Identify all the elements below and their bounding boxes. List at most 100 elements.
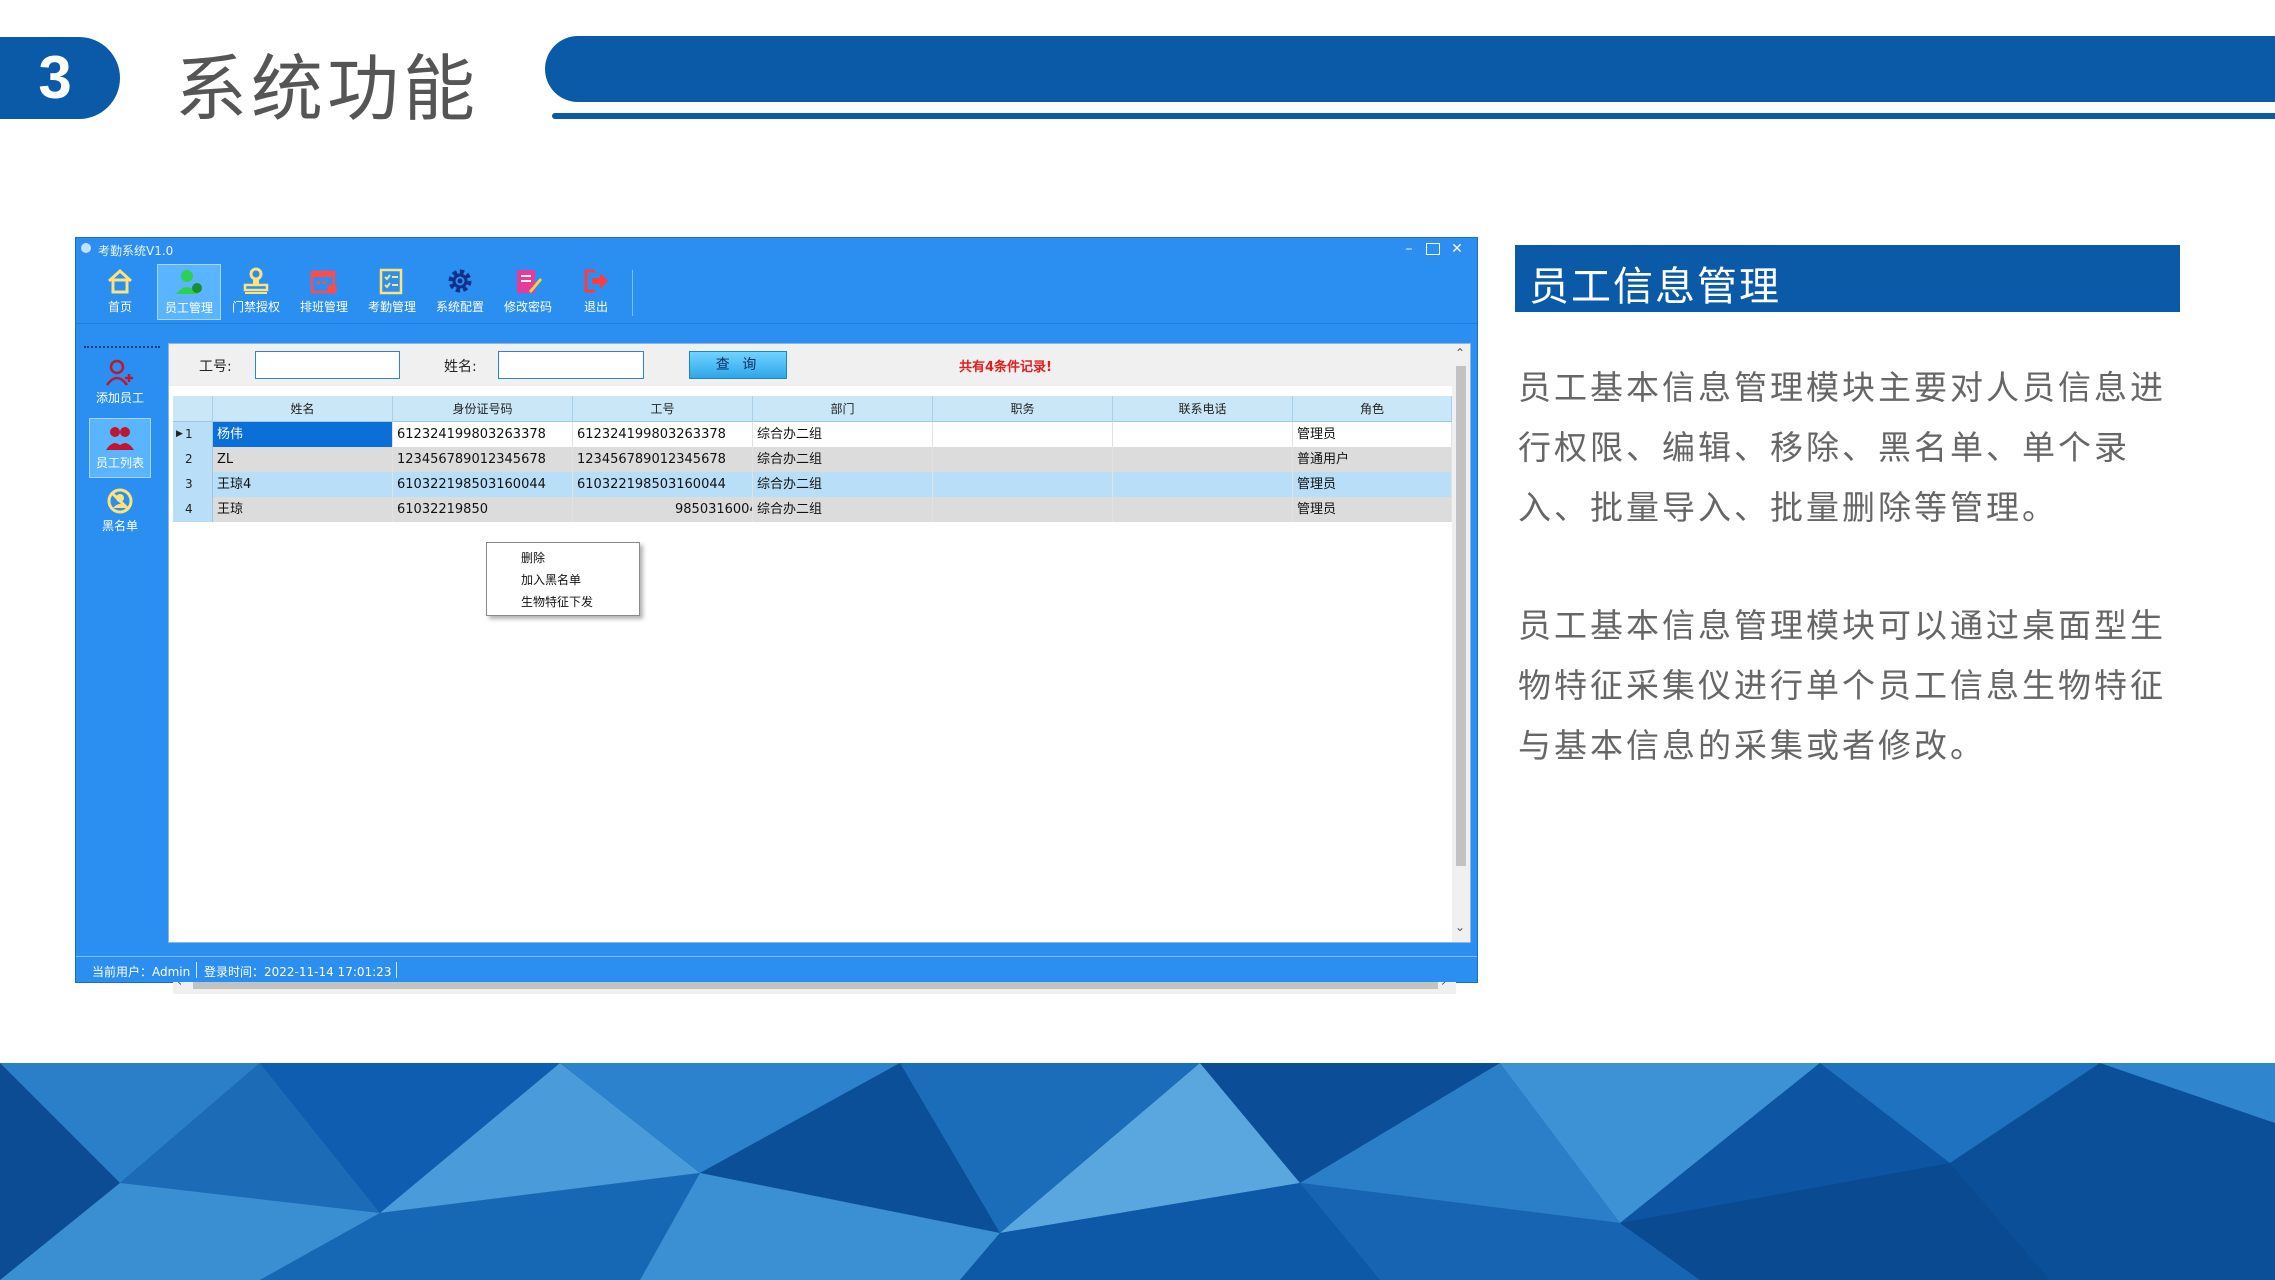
cell-id-card[interactable]: 61032219850 — [393, 497, 573, 522]
col-name[interactable]: 姓名 — [213, 396, 393, 422]
col-role[interactable]: 角色 — [1293, 396, 1452, 422]
toolbar-schedule-label: 排班管理 — [299, 300, 348, 314]
minimize-button[interactable]: – — [1397, 240, 1421, 258]
login-time: 登录时间：2022-11-14 17:01:23 — [204, 965, 392, 979]
toolbar-access-button[interactable]: 门禁授权 — [224, 264, 288, 320]
cell-role[interactable]: 管理员 — [1293, 472, 1452, 497]
cell-id-card[interactable]: 610322198503160044 — [393, 472, 573, 497]
add-user-icon — [105, 359, 133, 386]
nav-blacklist[interactable]: 黑名单 — [89, 482, 151, 542]
nav-blacklist-label: 黑名单 — [101, 519, 138, 533]
cell-phone[interactable] — [1113, 447, 1293, 472]
table-row[interactable]: ▶ 1 杨伟 612324199803263378 612324199803263… — [173, 422, 1452, 447]
user-list-icon — [106, 427, 134, 450]
cell-dept[interactable]: 综合办二组 — [753, 497, 933, 522]
scroll-down-icon[interactable]: ⌄ — [1455, 920, 1465, 934]
cell-phone[interactable] — [1113, 422, 1293, 447]
table-row[interactable]: 2 ZL 123456789012345678 1234567890123456… — [173, 447, 1452, 472]
header-bar — [545, 36, 2275, 102]
cell-position[interactable] — [933, 497, 1113, 522]
col-dept[interactable]: 部门 — [753, 396, 933, 422]
cell-position[interactable] — [933, 422, 1113, 447]
col-emp-no[interactable]: 工号 — [573, 396, 753, 422]
toolbar-employee-button[interactable]: 员工管理 — [157, 264, 221, 320]
toolbar-password-label: 修改密码 — [503, 300, 552, 314]
info-header: 员工信息管理 — [1515, 245, 2180, 312]
toolbar-divider — [632, 270, 633, 316]
window-titlebar: 考勤系统V1.0 – ✕ — [76, 238, 1477, 260]
cell-dept[interactable]: 综合办二组 — [753, 447, 933, 472]
cell-position[interactable] — [933, 447, 1113, 472]
menu-delete[interactable]: 删除 — [521, 549, 545, 566]
query-button[interactable]: 查 询 — [689, 351, 787, 379]
cell-name[interactable]: 王琼 — [213, 497, 393, 522]
current-user: 当前用户：Admin — [92, 965, 191, 979]
name-label: 姓名: — [444, 359, 477, 375]
cell-name[interactable]: 杨伟 — [213, 422, 393, 447]
polygon-pattern-graphic — [0, 1063, 2275, 1280]
cell-dept[interactable]: 综合办二组 — [753, 472, 933, 497]
cell-role[interactable]: 管理员 — [1293, 422, 1452, 447]
toolbar-attendance-button[interactable]: 考勤管理 — [360, 264, 424, 320]
employee-icon — [176, 270, 202, 294]
calendar-icon — [310, 270, 337, 294]
nav-employee-list-label: 员工列表 — [95, 456, 144, 470]
status-bar: 当前用户：Admin 登录时间：2022-11-14 17:01:23 — [76, 956, 1477, 982]
cell-role[interactable]: 普通用户 — [1293, 447, 1452, 472]
toolbar-exit-button[interactable]: 退出 — [564, 264, 628, 320]
toolbar-password-button[interactable]: 修改密码 — [496, 264, 560, 320]
col-position[interactable]: 职务 — [933, 396, 1113, 422]
cell-name[interactable]: 王琼4 — [213, 472, 393, 497]
cell-emp-no[interactable]: 610322198503160044 — [573, 472, 753, 497]
header-underline — [552, 113, 2275, 119]
search-bar: 工号: 姓名: 查 询 共有4条件记录! — [169, 344, 1470, 386]
restore-button[interactable] — [1421, 240, 1445, 258]
cell-name[interactable]: ZL — [213, 447, 393, 472]
blacklist-icon — [107, 488, 133, 514]
row-index: 4 — [173, 497, 213, 522]
left-nav-divider — [84, 346, 160, 348]
status-divider — [396, 962, 397, 978]
nav-add-employee[interactable]: 添加员工 — [89, 354, 151, 414]
close-button[interactable]: ✕ — [1445, 240, 1469, 258]
left-nav: 添加员工 员工列表 黑名单 — [81, 346, 163, 936]
scroll-up-icon[interactable]: ⌃ — [1455, 346, 1465, 360]
cell-id-card[interactable]: 123456789012345678 — [393, 447, 573, 472]
menu-send-biometric[interactable]: 生物特征下发 — [521, 593, 593, 610]
cell-phone[interactable] — [1113, 472, 1293, 497]
checklist-icon — [379, 268, 403, 295]
table-row[interactable]: 4 王琼 61032219850 98503160040 综合办二组 管理员 — [173, 497, 1452, 522]
col-phone[interactable]: 联系电话 — [1113, 396, 1293, 422]
row-context-menu: 删除 加入黑名单 生物特征下发 — [486, 542, 640, 616]
toolbar-config-button[interactable]: 系统配置 — [428, 264, 492, 320]
toolbar-access-label: 门禁授权 — [231, 300, 280, 314]
section-number: 3 — [38, 44, 72, 111]
cell-emp-no[interactable]: 612324199803263378 — [573, 422, 753, 447]
info-title: 员工信息管理 — [1529, 264, 1781, 310]
cell-emp-no[interactable]: 123456789012345678 — [573, 447, 753, 472]
cell-dept[interactable]: 综合办二组 — [753, 422, 933, 447]
menu-add-blacklist[interactable]: 加入黑名单 — [521, 571, 581, 588]
cell-emp-no[interactable]: 98503160040 — [573, 497, 753, 522]
section-title: 系统功能 — [175, 47, 480, 131]
toolbar-employee-label: 员工管理 — [164, 301, 213, 315]
vertical-scrollbar[interactable]: ⌃ ⌄ — [1452, 344, 1470, 942]
table-header: 姓名 身份证号码 工号 部门 职务 联系电话 角色 — [173, 396, 1452, 422]
home-icon — [107, 268, 133, 294]
toolbar-schedule-button[interactable]: 排班管理 — [292, 264, 356, 320]
cell-phone[interactable] — [1113, 497, 1293, 522]
cell-position[interactable] — [933, 472, 1113, 497]
toolbar-exit-label: 退出 — [583, 300, 608, 314]
cell-role[interactable]: 管理员 — [1293, 497, 1452, 522]
toolbar-attendance-label: 考勤管理 — [367, 300, 416, 314]
info-paragraph-1: 员工基本信息管理模块主要对人员信息进行权限、编辑、移除、黑名单、单个录入、批量导… — [1518, 368, 2166, 527]
emp-no-input[interactable] — [255, 351, 400, 379]
cell-id-card[interactable]: 612324199803263378 — [393, 422, 573, 447]
toolbar-home-button[interactable]: 首页 — [88, 264, 152, 320]
vertical-scroll-thumb[interactable] — [1456, 366, 1466, 866]
name-input[interactable] — [498, 351, 644, 379]
table-row[interactable]: 3 王琼4 610322198503160044 610322198503160… — [173, 472, 1452, 497]
nav-add-employee-label: 添加员工 — [95, 391, 144, 405]
col-id-card[interactable]: 身份证号码 — [393, 396, 573, 422]
nav-employee-list[interactable]: 员工列表 — [89, 418, 151, 478]
